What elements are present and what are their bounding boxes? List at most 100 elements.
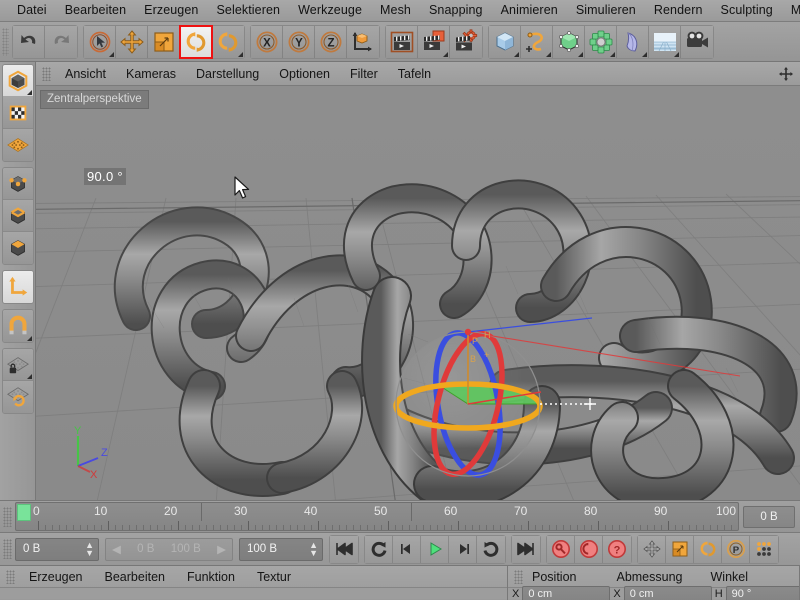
material-manager-body[interactable] xyxy=(0,588,507,599)
timeline-drag-grip[interactable] xyxy=(3,506,12,527)
current-frame-field[interactable]: 0 B ▲ ▼ xyxy=(15,537,99,561)
select-tool-button[interactable] xyxy=(84,25,116,58)
key-selection-button[interactable]: ? xyxy=(603,535,631,563)
key-param-button[interactable]: P xyxy=(722,535,750,563)
key-position-button[interactable] xyxy=(638,535,666,563)
material-menu-textur[interactable]: Textur xyxy=(246,570,302,584)
menu-item-datei[interactable]: Datei xyxy=(8,0,56,21)
texture-mode-button[interactable] xyxy=(2,97,33,129)
key-rotation-button[interactable] xyxy=(694,535,722,563)
coord-size-x-field[interactable]: 0 cm xyxy=(623,585,712,600)
spline-button[interactable] xyxy=(521,25,553,58)
menu-item-mograph[interactable]: MoGraph xyxy=(782,0,800,21)
max-frame-field[interactable]: 100 B ▲ ▼ xyxy=(239,537,323,561)
record-key-button[interactable] xyxy=(547,535,575,563)
menu-item-snapping[interactable]: Snapping xyxy=(420,0,492,21)
play-button[interactable] xyxy=(421,535,449,563)
cube-primitive-button[interactable] xyxy=(489,25,521,58)
timeline-end-field[interactable]: 0 B xyxy=(743,505,795,528)
menu-item-erzeugen[interactable]: Erzeugen xyxy=(135,0,207,21)
material-menu-funktion[interactable]: Funktion xyxy=(176,570,246,584)
material-manager-grip[interactable] xyxy=(6,569,15,584)
workplane-lock-corner[interactable] xyxy=(26,374,32,379)
render-picture-viewer-button[interactable] xyxy=(418,25,450,58)
menu-item-bearbeiten[interactable]: Bearbeiten xyxy=(56,0,135,21)
timeline-playhead[interactable] xyxy=(17,504,31,521)
world-coordinates-button[interactable] xyxy=(347,25,379,58)
material-menu-erzeugen[interactable]: Erzeugen xyxy=(18,570,94,584)
tool-expand-corner[interactable] xyxy=(109,51,114,57)
viewport-menu-kameras[interactable]: Kameras xyxy=(116,67,186,81)
viewport-3d-stage[interactable]: P H B + Zentralperspektive 90.0 ° Y Z X xyxy=(36,86,800,500)
move-tool-button[interactable] xyxy=(116,25,148,58)
next-key-button[interactable] xyxy=(477,535,505,563)
generator-expand-corner[interactable] xyxy=(578,51,583,57)
viewport-drag-grip[interactable] xyxy=(42,66,51,81)
object-mode-button[interactable] xyxy=(2,65,33,97)
edges-mode-button[interactable] xyxy=(2,200,33,232)
viewport-menu-darstellung[interactable]: Darstellung xyxy=(186,67,269,81)
go-to-end-button[interactable] xyxy=(512,535,540,563)
bend-expand-corner[interactable] xyxy=(642,51,647,57)
range-right-arrow[interactable]: ▶ xyxy=(217,542,226,556)
rotate-tool-button[interactable] xyxy=(179,24,213,59)
previous-key-button[interactable] xyxy=(365,535,393,563)
undo-button[interactable] xyxy=(13,25,45,58)
bend-deformer-button[interactable] xyxy=(617,25,649,58)
rotate-expand-corner[interactable] xyxy=(238,51,243,57)
menu-item-simulieren[interactable]: Simulieren xyxy=(567,0,645,21)
workplane-mode-button[interactable] xyxy=(2,129,33,161)
menu-item-sculpting[interactable]: Sculpting xyxy=(712,0,782,21)
axis-x-button[interactable]: X xyxy=(251,25,283,58)
render-expand-corner[interactable] xyxy=(443,51,448,57)
snap-expand-corner[interactable] xyxy=(26,336,32,341)
transport-drag-grip[interactable] xyxy=(3,539,12,559)
current-frame-spinner[interactable]: ▲ ▼ xyxy=(85,541,94,558)
key-pla-button[interactable] xyxy=(750,535,778,563)
menu-item-rendern[interactable]: Rendern xyxy=(645,0,712,21)
redo-button[interactable] xyxy=(45,25,77,58)
coord-position-x-field[interactable]: 0 cm xyxy=(522,585,611,600)
autokey-button[interactable] xyxy=(575,535,603,563)
range-left-arrow[interactable]: ◀ xyxy=(112,542,121,556)
render-settings-button[interactable] xyxy=(450,25,482,58)
workplane-lock-button[interactable] xyxy=(2,349,33,381)
axis-z-button[interactable]: Z xyxy=(315,25,347,58)
snap-button[interactable] xyxy=(2,310,33,342)
array-deformer-button[interactable] xyxy=(585,25,617,58)
viewport-camera-label[interactable]: Zentralperspektive xyxy=(40,90,149,109)
environment-expand-corner[interactable] xyxy=(674,51,679,57)
camera-button[interactable] xyxy=(681,25,713,58)
rotate-alt-tool-button[interactable] xyxy=(212,25,244,58)
step-back-button[interactable] xyxy=(393,535,421,563)
menu-item-werkzeuge[interactable]: Werkzeuge xyxy=(289,0,371,21)
spline-expand-corner[interactable] xyxy=(546,51,551,57)
points-mode-button[interactable] xyxy=(2,168,33,200)
toolbar-drag-grip[interactable] xyxy=(2,27,9,56)
polygons-mode-button[interactable] xyxy=(2,232,33,264)
max-frame-spinner[interactable]: ▲ ▼ xyxy=(309,541,318,558)
viewport-menu-filter[interactable]: Filter xyxy=(340,67,388,81)
key-scale-button[interactable] xyxy=(666,535,694,563)
generator-button[interactable] xyxy=(553,25,585,58)
object-mode-corner[interactable] xyxy=(26,90,32,95)
viewport-move-icon[interactable] xyxy=(778,66,794,82)
menu-item-mesh[interactable]: Mesh xyxy=(371,0,420,21)
axis-y-button[interactable]: Y xyxy=(283,25,315,58)
axis-modify-button[interactable] xyxy=(2,271,33,303)
menu-item-animieren[interactable]: Animieren xyxy=(492,0,567,21)
render-view-button[interactable] xyxy=(386,25,418,58)
material-menu-bearbeiten[interactable]: Bearbeiten xyxy=(94,570,176,584)
coordinates-manager-grip[interactable] xyxy=(514,569,523,584)
workplane-align-button[interactable] xyxy=(2,381,33,413)
step-forward-button[interactable] xyxy=(449,535,477,563)
scale-tool-button[interactable] xyxy=(148,25,180,58)
array-expand-corner[interactable] xyxy=(610,51,615,57)
viewport-menu-ansicht[interactable]: Ansicht xyxy=(55,67,116,81)
go-to-start-button[interactable] xyxy=(330,535,358,563)
viewport-menu-optionen[interactable]: Optionen xyxy=(269,67,340,81)
coord-angle-h-field[interactable]: 90 ° xyxy=(725,585,799,600)
environment-button[interactable] xyxy=(649,25,681,58)
preview-range-field[interactable]: ◀ 0 B 100 B ▶ xyxy=(105,537,233,561)
timeline-track[interactable]: 0 10 20 30 40 50 60 70 80 90 100 xyxy=(15,502,739,531)
